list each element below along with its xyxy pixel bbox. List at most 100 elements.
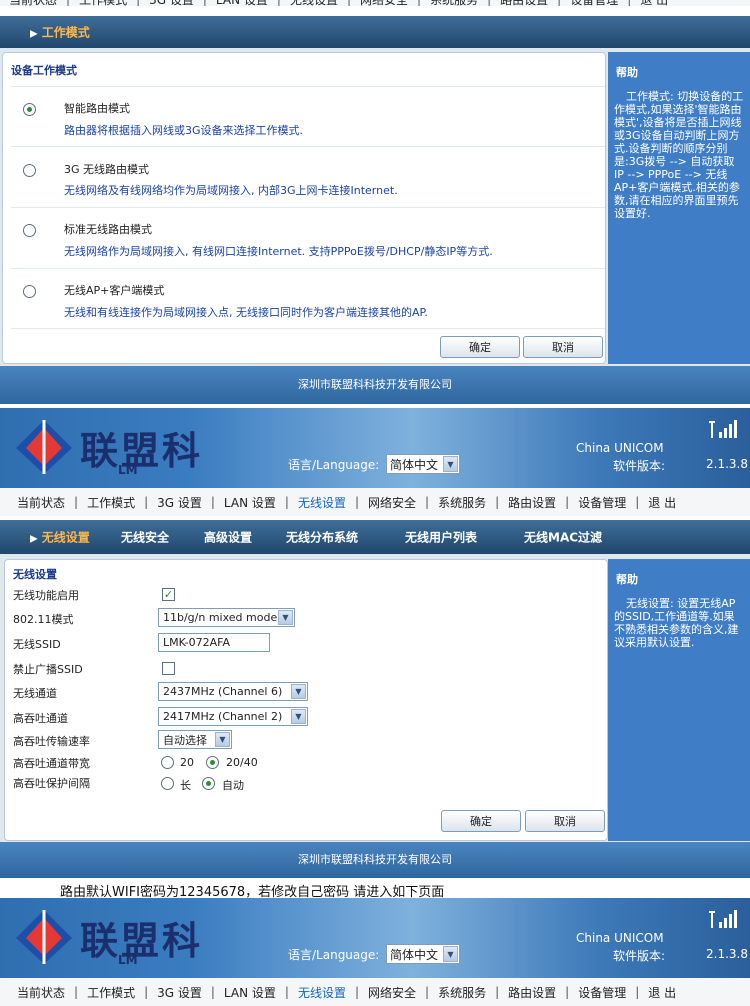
mode-desc: 路由器将根据插入网线或3G设备来选择工作模式. <box>64 124 304 137</box>
wireless-tabs: ▶ 无线设置 无线安全 高级设置 无线分布系统 无线用户列表 无线MAC过滤 <box>0 520 750 554</box>
nav-item[interactable]: 3G 设置 <box>140 0 203 8</box>
nav-item-3g[interactable]: 3G 设置 <box>148 984 211 1001</box>
nav-item-services[interactable]: 系统服务 <box>429 984 495 1001</box>
ht-bw-radio-2040[interactable] <box>206 756 219 769</box>
divider <box>11 146 605 147</box>
tab-client-list[interactable]: 无线用户列表 <box>405 529 477 546</box>
main-nav: 当前状态 | 工作模式 | 3G 设置 | LAN 设置 | 无线设置 | 网络安全 | 系… <box>0 488 750 516</box>
main-nav: 当前状态 | 工作模式 | 3G 设置 | LAN 设置 | 无线设置 | 网络安全 | 系… <box>0 978 750 1006</box>
nav-item-lan[interactable]: LAN 设置 <box>215 494 285 511</box>
nav-item[interactable]: 系统服务 <box>421 0 487 8</box>
tab-mac-filter[interactable]: 无线MAC过滤 <box>524 529 602 546</box>
hide-ssid-checkbox[interactable] <box>162 662 175 675</box>
nav-item[interactable]: LAN 设置 <box>207 0 277 8</box>
nav-item-routing[interactable]: 路由设置 <box>499 494 565 511</box>
language-select[interactable]: 简体中文 ▼ <box>386 454 460 474</box>
nav-item-status[interactable]: 当前状态 <box>8 984 74 1001</box>
tab-wireless-security[interactable]: 无线安全 <box>121 529 169 546</box>
help-panel: 帮助 无线设置: 设置无线AP的SSID,工作通道等.如果不熟悉相关参数的含义,… <box>608 559 750 841</box>
cancel-button[interactable]: 取消 <box>525 810 605 832</box>
nav-item-3g[interactable]: 3G 设置 <box>148 494 211 511</box>
nav-item-services[interactable]: 系统服务 <box>429 494 495 511</box>
ht-channel-select[interactable]: 2417MHz (Channel 2) ▼ <box>158 707 308 726</box>
logo-icon <box>16 910 72 964</box>
header-banner: 联盟科 LM 语言/Language: 简体中文 ▼ China UNICOM … <box>0 898 750 978</box>
logo-sub: LM <box>118 953 138 967</box>
help-panel: 帮助 工作模式: 切换设备的工作模式,如果选择'智能路由模式',设备将是否插上网… <box>608 52 750 364</box>
footer: 深圳市联盟科科技开发有限公司 <box>0 842 750 878</box>
ht-gi-radio-long[interactable] <box>161 777 174 790</box>
nav-item[interactable]: 退 出 <box>631 0 677 8</box>
ht-channel-label: 高吞吐通道 <box>13 712 68 725</box>
nav-item[interactable]: 当前状态 <box>0 0 66 8</box>
nav-item-security[interactable]: 网络安全 <box>359 494 425 511</box>
ok-button[interactable]: 确定 <box>441 810 521 832</box>
panel-title: 设备工作模式 <box>11 64 77 77</box>
mode-radio-standard[interactable] <box>23 224 36 237</box>
nav-item[interactable]: 网络安全 <box>351 0 417 8</box>
nav-item-device[interactable]: 设备管理 <box>569 984 635 1001</box>
ssid-input[interactable]: LMK-072AFA <box>158 633 270 652</box>
ht-gi-label: 高吞吐保护间隔 <box>13 777 90 790</box>
nav-item-device[interactable]: 设备管理 <box>569 494 635 511</box>
help-title: 帮助 <box>616 573 638 586</box>
nav-item[interactable]: 设备管理 <box>561 0 627 8</box>
wifi-enable-checkbox[interactable]: ✓ <box>162 588 175 601</box>
logo-text: 联盟科 <box>80 428 204 473</box>
work-mode-header: ▶ 工作模式 <box>0 16 750 48</box>
mode-desc: 无线网络及有线网络均作为局域网接入, 内部3G上网卡连接Internet. <box>64 184 398 197</box>
channel-select[interactable]: 2437MHz (Channel 6) ▼ <box>158 682 308 701</box>
nav-item-logout[interactable]: 退 出 <box>639 984 685 1001</box>
logo-icon <box>16 420 72 474</box>
help-text: 工作模式: 切换设备的工作模式,如果选择'智能路由模式',设备将是否插上网线或3… <box>614 90 744 220</box>
nav-item-routing[interactable]: 路由设置 <box>499 984 565 1001</box>
ht-rate-label: 高吞吐传输速率 <box>13 735 90 748</box>
ht-rate-select[interactable]: 自动选择 ▼ <box>158 730 232 749</box>
nav-item[interactable]: 路由设置 <box>491 0 557 8</box>
mode-select[interactable]: 11b/g/n mixed mode ▼ <box>158 608 295 627</box>
ht-gi-opt1: 长 <box>180 779 191 792</box>
tab-advanced[interactable]: 高级设置 <box>204 529 252 546</box>
nav-item-wireless[interactable]: 无线设置 <box>289 984 355 1001</box>
tab-wireless-settings[interactable]: ▶ 无线设置 <box>30 529 90 546</box>
footer: 深圳市联盟科科技开发有限公司 <box>0 366 750 404</box>
nav-item-work-mode[interactable]: 工作模式 <box>78 984 144 1001</box>
help-text: 无线设置: 设置无线AP的SSID,工作通道等.如果不熟悉相关参数的含义,建议采… <box>614 597 739 649</box>
ht-bw-opt1: 20 <box>180 756 194 769</box>
top-nav-partial: 当前状态| 工作模式| 3G 设置| LAN 设置| 无线设置| 网络安全| 系… <box>0 0 750 8</box>
mode-radio-smart[interactable] <box>23 103 36 116</box>
language-label: 语言/Language: <box>288 458 380 472</box>
mode-desc: 无线和有线连接作为局域网接入点, 无线接口同时作为客户端连接其他的AP. <box>64 306 428 319</box>
mode-radio-ap-client[interactable] <box>23 285 36 298</box>
signal-icon <box>709 910 737 928</box>
ht-gi-opt2: 自动 <box>222 779 244 792</box>
ht-bw-radio-20[interactable] <box>161 756 174 769</box>
carrier-label: China UNICOM <box>576 441 664 455</box>
chevron-down-icon: ▼ <box>443 456 458 472</box>
header-banner: 联盟科 LM 语言/Language: 简体中文 ▼ China UNICOM … <box>0 408 750 488</box>
chevron-down-icon: ▼ <box>278 610 293 625</box>
version-value: 2.1.3.8 <box>706 457 748 471</box>
hide-ssid-label: 禁止广播SSID <box>13 663 83 676</box>
nav-item-logout[interactable]: 退 出 <box>639 494 685 511</box>
mode-title: 3G 无线路由模式 <box>64 163 150 176</box>
mode-radio-3g[interactable] <box>23 164 36 177</box>
ht-bw-opt2: 20/40 <box>226 756 258 769</box>
ht-gi-radio-auto[interactable] <box>202 777 215 790</box>
nav-item-lan[interactable]: LAN 设置 <box>215 984 285 1001</box>
version-label: 软件版本: <box>613 949 666 963</box>
nav-item-work-mode[interactable]: 工作模式 <box>78 494 144 511</box>
nav-item-wireless[interactable]: 无线设置 <box>289 494 355 511</box>
tab-work-mode[interactable]: ▶ 工作模式 <box>30 24 90 41</box>
chevron-down-icon: ▼ <box>215 732 230 747</box>
language-select[interactable]: 简体中文 ▼ <box>386 944 460 964</box>
tab-wds[interactable]: 无线分布系统 <box>286 529 358 546</box>
nav-item-status[interactable]: 当前状态 <box>8 494 74 511</box>
nav-item-security[interactable]: 网络安全 <box>359 984 425 1001</box>
nav-item[interactable]: 工作模式 <box>70 0 136 8</box>
cancel-button[interactable]: 取消 <box>523 336 603 358</box>
version-label: 软件版本: <box>613 459 666 473</box>
divider <box>11 328 605 329</box>
ok-button[interactable]: 确定 <box>440 336 520 358</box>
nav-item[interactable]: 无线设置 <box>281 0 347 8</box>
